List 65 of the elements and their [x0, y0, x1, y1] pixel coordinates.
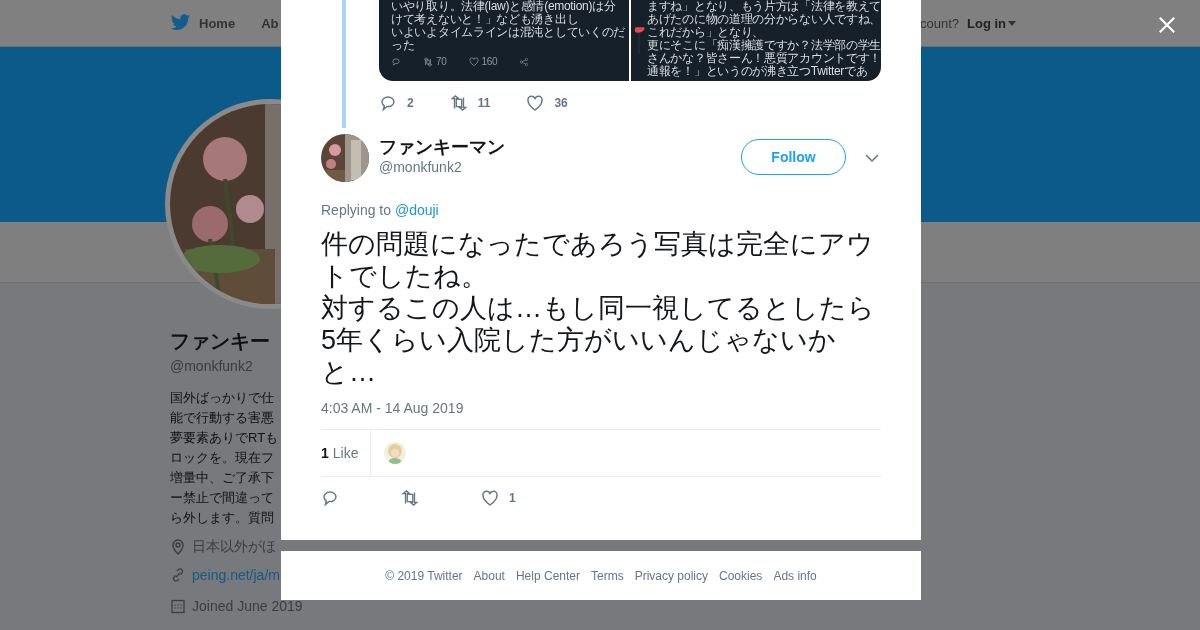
bio-line: 国外ばっかりで仕	[170, 389, 275, 407]
nav-link[interactable]: Home	[199, 15, 236, 31]
account-prompt: count?	[919, 15, 959, 31]
tweet-text: 件の問題になったであろう写真は完全にアウトでしたね。	[321, 228, 875, 292]
screenshot-text-line: さんかな？皆さーん！悪質アカウントです！	[647, 52, 881, 65]
screenshot-text-line: これだから」となり、	[647, 26, 764, 39]
nav-link[interactable]: Ab	[261, 15, 279, 31]
screenshot-text-line: あげたのに物の道理の分からない人ですね、	[647, 13, 881, 26]
caret-icon	[1008, 20, 1016, 26]
heart-icon	[481, 489, 499, 507]
author-handle[interactable]: @monkfunk2	[379, 159, 741, 175]
reply-icon	[379, 94, 397, 112]
joined-date: Joined June 2019	[192, 598, 303, 614]
profile-handle: @monkfunk2	[170, 358, 254, 374]
screenshot-text-line: ますね」となり、もう片方は「法律を教えて	[647, 0, 881, 13]
screenshot-text-line: 更にそこに「痴漢擁護ですか？法学部の学生	[647, 39, 881, 52]
retweet-button[interactable]	[401, 489, 419, 507]
copyright-text: © 2019 Twitter	[385, 568, 463, 583]
embedded-screenshot[interactable]: ますね」となり、もう片方は「法律を教えて あげたのに物の道理の分からない人ですね、 これだから」となり、 更にそこに「痴漢擁護ですか？法学部の学生 さんかな？皆さーん！悪質アカウントです！ 通報を！」というのが沸き立つTwitterであ	[631, 0, 881, 81]
tweet-text: 対するこの人は…もし同一視してるとしたら5年くらい入院した方がいいんじゃないかと…	[321, 292, 876, 388]
mention-link[interactable]: @douji	[394, 202, 439, 218]
bio-line: 能で行動する害悪	[170, 409, 275, 427]
footer-link[interactable]: Privacy policy	[634, 568, 708, 583]
footer-link[interactable]: Ads info	[773, 568, 817, 583]
calendar-icon	[170, 598, 186, 614]
bio-line: ー禁止で間違って	[170, 489, 275, 507]
share-icon	[519, 57, 530, 67]
link-icon	[170, 567, 186, 583]
bio-line: ら外します。質問	[170, 509, 275, 527]
bio-line: ロックを。現在フ	[170, 449, 275, 467]
likes-stat[interactable]: 1 Like	[321, 430, 372, 476]
location-text: 日本以外がほ	[192, 538, 276, 556]
follow-button[interactable]: Follow	[741, 139, 846, 175]
profile-name: ファンキー	[170, 329, 271, 354]
screenshot-text-line: けて考えないと！」なども湧き出し	[391, 13, 579, 26]
retweet-icon	[449, 94, 468, 112]
retweet-count: 70	[436, 56, 447, 68]
like-button[interactable]: 1	[481, 489, 516, 507]
chevron-down-icon[interactable]	[865, 154, 879, 162]
tweet-timestamp[interactable]: 4:03 AM - 14 Aug 2019	[321, 400, 881, 416]
author-name[interactable]: ファンキーマン	[379, 136, 741, 158]
embedded-screenshot[interactable]: いやり取り。法律(law)と感情(emotion)は分 けて考えないと！」なども湧き出し いよいよタイムラインは混沌としていくのだ った 70 160	[379, 0, 629, 81]
heart-icon	[526, 94, 545, 112]
login-link[interactable]: Log in	[967, 15, 1016, 31]
retweet-button[interactable]: 11	[449, 94, 491, 112]
footer-link[interactable]: Help Center	[515, 568, 580, 583]
like-button[interactable]: 36	[526, 94, 568, 112]
like-count: 160	[481, 56, 498, 68]
reply-button[interactable]: 2	[379, 94, 414, 112]
location-pin-icon	[170, 539, 186, 555]
screenshot-text-line: った	[391, 39, 416, 52]
close-icon[interactable]	[1158, 16, 1176, 34]
retweet-icon	[423, 57, 433, 67]
footer-link[interactable]: Terms	[591, 568, 624, 583]
screenshot-text-line: いやり取り。法律(law)と感情(emotion)は分	[391, 0, 617, 13]
footer-link[interactable]: About	[473, 568, 505, 583]
reply-button[interactable]	[321, 489, 339, 507]
heart-icon	[468, 57, 479, 67]
screenshot-text-line: いよいよタイムラインは混沌としていくのだ	[391, 26, 625, 39]
reply-icon	[391, 57, 401, 67]
bio-line: 夢要素ありでRTも	[170, 429, 280, 447]
screenshot-text-line: 通報を！」というのが沸き立つTwitterであ	[647, 65, 868, 78]
footer-link[interactable]: Cookies	[719, 568, 763, 583]
replying-to-text: Replying to @douji	[321, 202, 440, 218]
bio-line: 増量中、ご了承下	[170, 469, 275, 487]
